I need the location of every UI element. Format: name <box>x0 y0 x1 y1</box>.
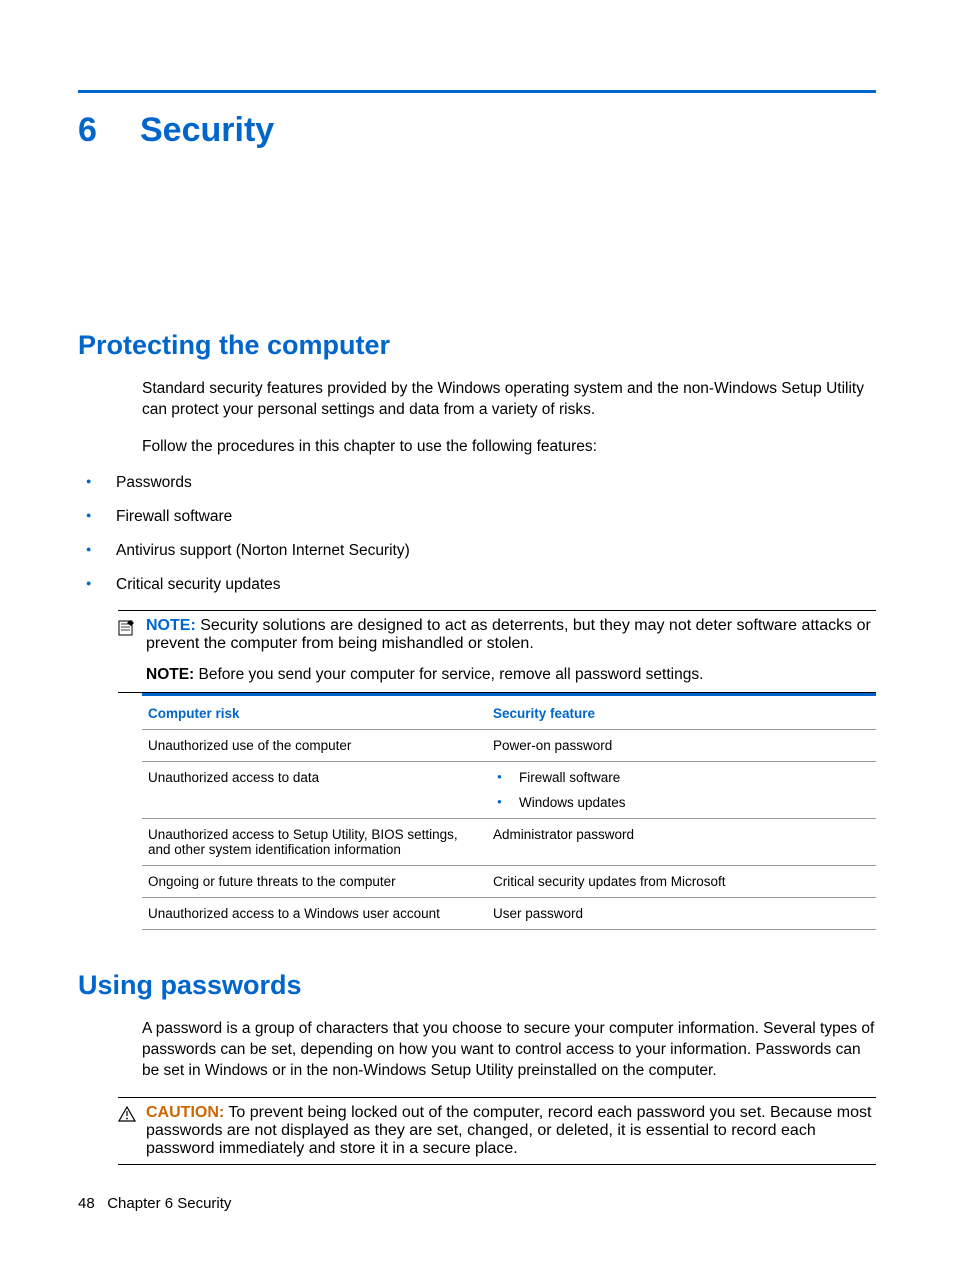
top-rule <box>78 90 876 93</box>
footer-text: Chapter 6 Security <box>107 1195 231 1212</box>
chapter-number: 6 <box>78 111 108 150</box>
note-label: NOTE: <box>146 666 194 683</box>
cell-feature: Critical security updates from Microsoft <box>487 865 876 897</box>
section-heading-protecting: Protecting the computer <box>78 330 876 361</box>
table-header-feature: Security feature <box>487 694 876 729</box>
page-footer: 48 Chapter 6 Security <box>78 1195 231 1212</box>
chapter-title: Security <box>140 111 274 150</box>
risk-table: Computer risk Security feature Unauthori… <box>142 693 876 930</box>
caution-content: CAUTION: To prevent being locked out of … <box>146 1104 876 1158</box>
cell-feature: User password <box>487 897 876 929</box>
page-body: 6 Security Protecting the computer Stand… <box>0 0 954 1225</box>
list-item: Passwords <box>78 474 876 492</box>
cell-risk: Unauthorized use of the computer <box>142 729 487 761</box>
list-item: Antivirus support (Norton Internet Secur… <box>78 542 876 560</box>
note-label: NOTE: <box>146 617 196 634</box>
feature-bullet-list: Passwords Firewall software Antivirus su… <box>78 474 876 594</box>
list-item: Firewall software <box>78 508 876 526</box>
note-icon <box>118 619 138 642</box>
cell-risk: Unauthorized access to Setup Utility, BI… <box>142 818 487 865</box>
list-item: Firewall software <box>493 770 870 785</box>
cell-risk: Unauthorized access to data <box>142 761 487 818</box>
note-text: Security solutions are designed to act a… <box>146 617 871 652</box>
cell-feature: Power-on password <box>487 729 876 761</box>
caution-block: CAUTION: To prevent being locked out of … <box>118 1097 876 1165</box>
table-row: Ongoing or future threats to the compute… <box>142 865 876 897</box>
table-row: Unauthorized access to Setup Utility, BI… <box>142 818 876 865</box>
chapter-heading: 6 Security <box>78 111 876 150</box>
caution-label: CAUTION: <box>146 1104 224 1121</box>
note-text: Before you send your computer for servic… <box>199 666 704 683</box>
caution-text: To prevent being locked out of the compu… <box>146 1104 871 1157</box>
note-nested: NOTE: Before you send your computer for … <box>146 665 876 686</box>
section-heading-passwords: Using passwords <box>78 970 876 1001</box>
list-item: Windows updates <box>493 795 870 810</box>
paragraph: A password is a group of characters that… <box>142 1019 876 1082</box>
paragraph: Follow the procedures in this chapter to… <box>142 437 876 458</box>
table-row: Unauthorized use of the computer Power-o… <box>142 729 876 761</box>
cell-risk: Unauthorized access to a Windows user ac… <box>142 897 487 929</box>
cell-feature: Administrator password <box>487 818 876 865</box>
note-content: NOTE: Security solutions are designed to… <box>146 617 876 686</box>
table-header-risk: Computer risk <box>142 694 487 729</box>
cell-risk: Ongoing or future threats to the compute… <box>142 865 487 897</box>
note-block: NOTE: Security solutions are designed to… <box>118 610 876 693</box>
page-number: 48 <box>78 1195 95 1212</box>
cell-feature: Firewall software Windows updates <box>487 761 876 818</box>
caution-icon <box>118 1106 138 1127</box>
table-row: Unauthorized access to a Windows user ac… <box>142 897 876 929</box>
paragraph: Standard security features provided by t… <box>142 379 876 421</box>
list-item: Critical security updates <box>78 576 876 594</box>
table-row: Unauthorized access to data Firewall sof… <box>142 761 876 818</box>
